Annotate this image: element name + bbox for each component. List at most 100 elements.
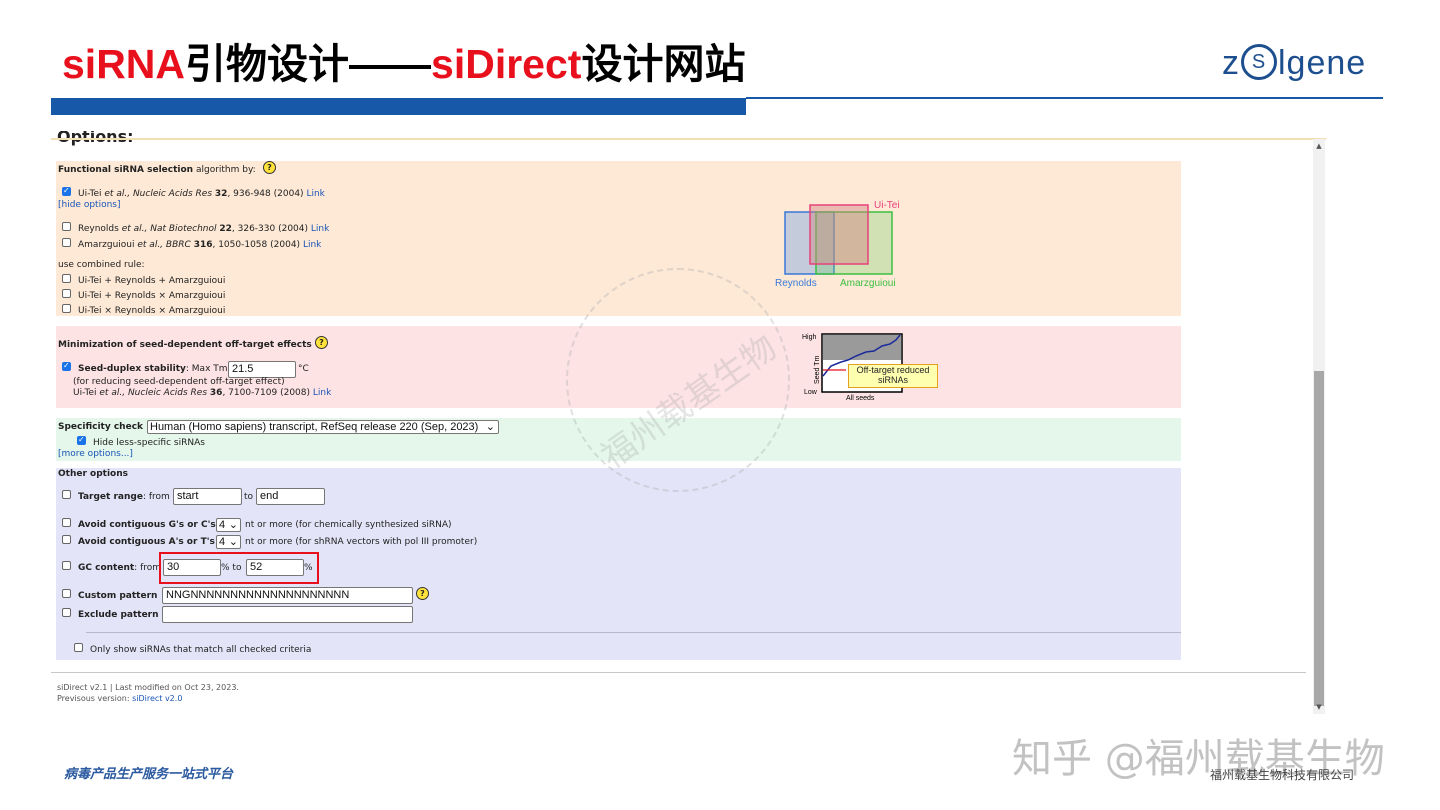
custom-pattern-input[interactable]: NNGNNNNNNNNNNNNNNNNNNNN [162,587,413,604]
uitei-checkbox[interactable] [62,186,71,196]
combined-rule-3-checkbox[interactable] [62,304,71,313]
title-sidirect: siDirect [431,41,582,87]
previous-version: Previsous version: siDirect v2.0 [57,693,182,704]
uitei-journal: Nucleic Acids Res [132,189,213,199]
avoid-gc-select[interactable]: 4 ⌄ [216,518,241,532]
target-range-checkbox[interactable] [62,490,71,499]
avoid-at-label: Avoid contiguous A's or T's [78,537,215,547]
slide-title: siRNA引物设计——siDirect设计网站 [62,36,745,92]
avoid-gc-label: Avoid contiguous G's or C's [78,520,216,530]
target-range-label: Target range [78,492,143,502]
seed-ref-etal: et al., [99,388,126,398]
other-options-divider [86,632,1181,633]
offtarget-callout: Off-target reduced siRNAs [848,364,938,388]
functional-help-icon[interactable]: ? [263,161,276,174]
chevron-down-icon: ⌄ [228,519,238,531]
logo-pre: z [1222,44,1240,82]
amarz-checkbox[interactable] [62,238,71,247]
more-options-link[interactable]: [more options...] [58,449,133,460]
hide-options-link[interactable]: [hide options] [58,200,121,211]
previous-version-label: Previsous version: [57,694,130,703]
slide-footer-slogan: 病毒产品生产服务一站式平台 [64,767,234,782]
functional-title: Functional siRNA selection algorithm by: [58,165,256,176]
seed-ref-journal: Nucleic Acids Res [127,388,208,398]
scroll-up-icon[interactable]: ▲ [1313,142,1325,150]
hide-less-specific-checkbox[interactable] [77,435,86,445]
previous-version-link[interactable]: siDirect v2.0 [132,694,182,703]
only-show-label: Only show siRNAs that match all checked … [90,645,312,655]
combined-rule-1: Ui-Tei + Reynolds + Amarzguioui [78,276,226,286]
specificity-select[interactable]: Human (Homo sapiens) transcript, RefSeq … [147,420,499,434]
target-range-to: to [244,492,254,502]
reynolds-journal: Nat Biotechnol [150,224,217,234]
target-end-input[interactable]: end [256,488,325,505]
avoid-at-checkbox[interactable] [62,535,71,544]
seed-ref-vol: 36 [209,388,223,398]
functional-title-suffix: algorithm by: [195,165,256,175]
uitei-author: Ui-Tei [78,189,102,199]
venn-reynolds-label: Reynolds [775,278,817,289]
gc-content-checkbox[interactable] [62,561,71,570]
amarz-pages: , 1050-1058 (2004) [212,240,301,250]
uitei-etal: et al., [104,189,131,199]
seed-ref: Ui-Tei et al., Nucleic Acids Res 36, 710… [73,388,331,399]
reynolds-vol: 22 [219,224,232,234]
combined-rule-2: Ui-Tei + Reynolds × Amarzguioui [78,291,226,301]
specificity-selected: Human (Homo sapiens) transcript, RefSeq … [150,421,479,433]
functional-title-bold: Functional siRNA selection [58,165,194,175]
venn-uitei-box [809,204,869,265]
amarz-vol: 316 [193,240,213,250]
graph-xlabel: All seeds [846,395,875,402]
custom-pattern-checkbox[interactable] [62,589,71,598]
seed-stability-label: Seed-duplex stability [78,364,186,374]
title-website: 设计网站 [581,41,746,87]
combined-rule-2-checkbox[interactable] [62,289,71,298]
avoid-gc-checkbox[interactable] [62,518,71,527]
version-line: siDirect v2.1 | Last modified on Oct 23,… [57,683,239,692]
custom-pattern-label: Custom pattern [78,591,158,601]
avoid-at-select[interactable]: 4 ⌄ [216,535,241,549]
company-logo: z Slgene [1222,44,1366,83]
seed-ref-link[interactable]: Link [313,388,331,398]
scroll-down-icon[interactable]: ▼ [1313,703,1325,711]
target-start-input[interactable]: start [173,488,242,505]
graph-ylabel: Seed Tm [814,356,821,384]
avoid-gc-value: 4 [219,519,226,531]
gc-content-highlight-box [159,552,319,584]
title-primer-design: 引物设计—— [185,41,432,87]
reynolds-pages: , 326-330 (2004) [231,224,309,234]
uitei-link[interactable]: Link [306,189,324,199]
seed-stability-checkbox[interactable] [62,361,71,371]
chevron-down-icon: ⌄ [228,536,238,548]
amarz-etal: et al., [137,240,164,250]
uitei-pages: , 936-948 (2004) [227,189,304,199]
reynolds-etal: et al., [121,224,148,234]
uitei-vol: 32 [214,189,228,199]
exclude-pattern-checkbox[interactable] [62,608,71,617]
scrollbar[interactable]: ▲ ▼ [1313,139,1325,714]
logo-circle-icon: S [1241,44,1277,81]
seed-stability-label-row: Seed-duplex stability: Max Tm [78,364,228,375]
scrollbar-thumb[interactable] [1314,371,1324,706]
only-show-checkbox[interactable] [74,643,83,652]
reynolds-checkbox[interactable] [62,222,71,231]
other-options-title: Other options [58,469,128,479]
amarz-link[interactable]: Link [303,240,321,250]
maxtm-input[interactable]: 21.5 [228,361,296,378]
combined-rule-1-checkbox[interactable] [62,274,71,283]
venn-uitei-label: Ui-Tei [874,200,900,211]
title-sirna: siRNA [62,41,186,87]
graph-high-label: High [802,334,817,341]
exclude-pattern-label: Exclude pattern [78,610,159,620]
reynolds-author: Reynolds [78,224,119,234]
title-underline-bar [51,98,746,115]
target-range-from: : from [142,492,170,502]
combined-rule-3: Ui-Tei × Reynolds × Amarzguioui [78,306,226,316]
seed-help-icon[interactable]: ? [315,336,328,349]
custom-help-icon[interactable]: ? [416,587,429,600]
slide-footer-company: 福州载基生物科技有限公司 [1210,768,1355,782]
exclude-pattern-input[interactable] [162,606,413,623]
reynolds-link[interactable]: Link [311,224,329,234]
amarz-author: Amarzguioui [78,240,135,250]
avoid-at-value: 4 [219,536,226,548]
